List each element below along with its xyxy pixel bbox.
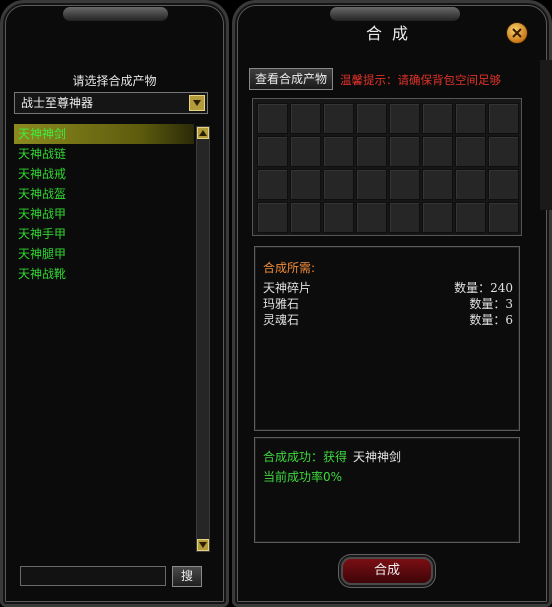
requirement-name: 玛雅石 <box>263 297 300 311</box>
inventory-slot[interactable] <box>389 169 420 200</box>
list-item[interactable]: 天神战戒 <box>14 164 194 184</box>
inventory-slot[interactable] <box>488 136 519 167</box>
requirement-qty: 数量：6 <box>469 313 513 327</box>
product-list: 天神神剑 天神战链 天神战戒 天神战盔 天神战甲 天神手甲 天神腿甲 天神战靴 <box>14 124 194 554</box>
select-product-title: 请选择合成产物 <box>72 74 157 88</box>
list-item[interactable]: 天神腿甲 <box>14 244 194 264</box>
requirements-box: 合成所需: 天神碎片 数量：240 玛雅石 数量：3 灵魂石 数量：6 <box>254 246 520 431</box>
list-item[interactable]: 天神手甲 <box>14 224 194 244</box>
inventory-slot[interactable] <box>389 136 420 167</box>
inventory-slot[interactable] <box>488 103 519 134</box>
list-item[interactable]: 天神战靴 <box>14 264 194 284</box>
inventory-slot[interactable] <box>455 103 486 134</box>
requirement-name: 灵魂石 <box>263 313 300 327</box>
inventory-slot[interactable] <box>257 202 288 233</box>
material-grid <box>252 98 522 236</box>
requirement-row: 灵魂石 数量：6 <box>263 311 513 327</box>
requirement-qty: 数量：240 <box>454 281 513 295</box>
inventory-slot[interactable] <box>356 103 387 134</box>
close-icon[interactable] <box>506 22 528 44</box>
list-item[interactable]: 天神战盔 <box>14 184 194 204</box>
side-strip <box>540 60 552 210</box>
search-button[interactable]: 搜 <box>172 566 202 587</box>
requirements-title: 合成所需: <box>263 261 316 275</box>
requirement-row: 玛雅石 数量：3 <box>263 295 513 311</box>
inventory-slot[interactable] <box>422 169 453 200</box>
inventory-slot[interactable] <box>488 169 519 200</box>
category-selected-value: 战士至尊神器 <box>21 96 94 110</box>
result-box: 合成成功：获得 天神神剑 当前成功率0% <box>254 437 520 543</box>
inventory-slot[interactable] <box>290 202 321 233</box>
inventory-slot[interactable] <box>257 136 288 167</box>
chevron-down-icon[interactable] <box>189 95 205 111</box>
list-item[interactable]: 天神神剑 <box>14 124 194 144</box>
inventory-slot[interactable] <box>422 202 453 233</box>
inventory-slot[interactable] <box>323 136 354 167</box>
inventory-slot[interactable] <box>488 202 519 233</box>
inventory-slot[interactable] <box>356 202 387 233</box>
inventory-slot[interactable] <box>455 136 486 167</box>
success-item: 天神神剑 <box>353 450 402 464</box>
panel-ornament <box>330 7 460 21</box>
inventory-slot[interactable] <box>257 169 288 200</box>
inventory-slot[interactable] <box>356 169 387 200</box>
requirement-row: 天神碎片 数量：240 <box>263 279 513 295</box>
inventory-slot[interactable] <box>422 103 453 134</box>
search-input[interactable] <box>20 566 166 586</box>
category-dropdown[interactable]: 战士至尊神器 <box>14 92 208 114</box>
requirement-qty: 数量：3 <box>469 297 513 311</box>
inventory-slot[interactable] <box>455 202 486 233</box>
chevron-down-icon[interactable] <box>197 539 209 551</box>
tip-text: 温馨提示：请确保背包空间足够 <box>340 73 501 87</box>
requirement-name: 天神碎片 <box>263 281 312 295</box>
list-item[interactable]: 天神战链 <box>14 144 194 164</box>
inventory-slot[interactable] <box>356 136 387 167</box>
page-title: 合成 <box>365 24 418 43</box>
inventory-slot[interactable] <box>323 202 354 233</box>
inventory-slot[interactable] <box>389 103 420 134</box>
success-label: 合成成功：获得 <box>263 450 348 464</box>
inventory-slot[interactable] <box>422 136 453 167</box>
synthesize-button[interactable]: 合成 <box>341 557 433 585</box>
success-rate: 当前成功率0% <box>263 470 343 484</box>
inventory-slot[interactable] <box>257 103 288 134</box>
view-products-button[interactable]: 查看合成产物 <box>249 68 333 90</box>
inventory-slot[interactable] <box>290 136 321 167</box>
inventory-slot[interactable] <box>290 169 321 200</box>
chevron-up-icon[interactable] <box>197 127 209 139</box>
panel-ornament <box>63 7 168 21</box>
success-line: 合成成功：获得 天神神剑 <box>263 448 401 465</box>
list-scrollbar[interactable] <box>196 126 210 552</box>
inventory-slot[interactable] <box>389 202 420 233</box>
inventory-slot[interactable] <box>323 103 354 134</box>
inventory-slot[interactable] <box>290 103 321 134</box>
inventory-slot[interactable] <box>323 169 354 200</box>
inventory-slot[interactable] <box>455 169 486 200</box>
list-item[interactable]: 天神战甲 <box>14 204 194 224</box>
